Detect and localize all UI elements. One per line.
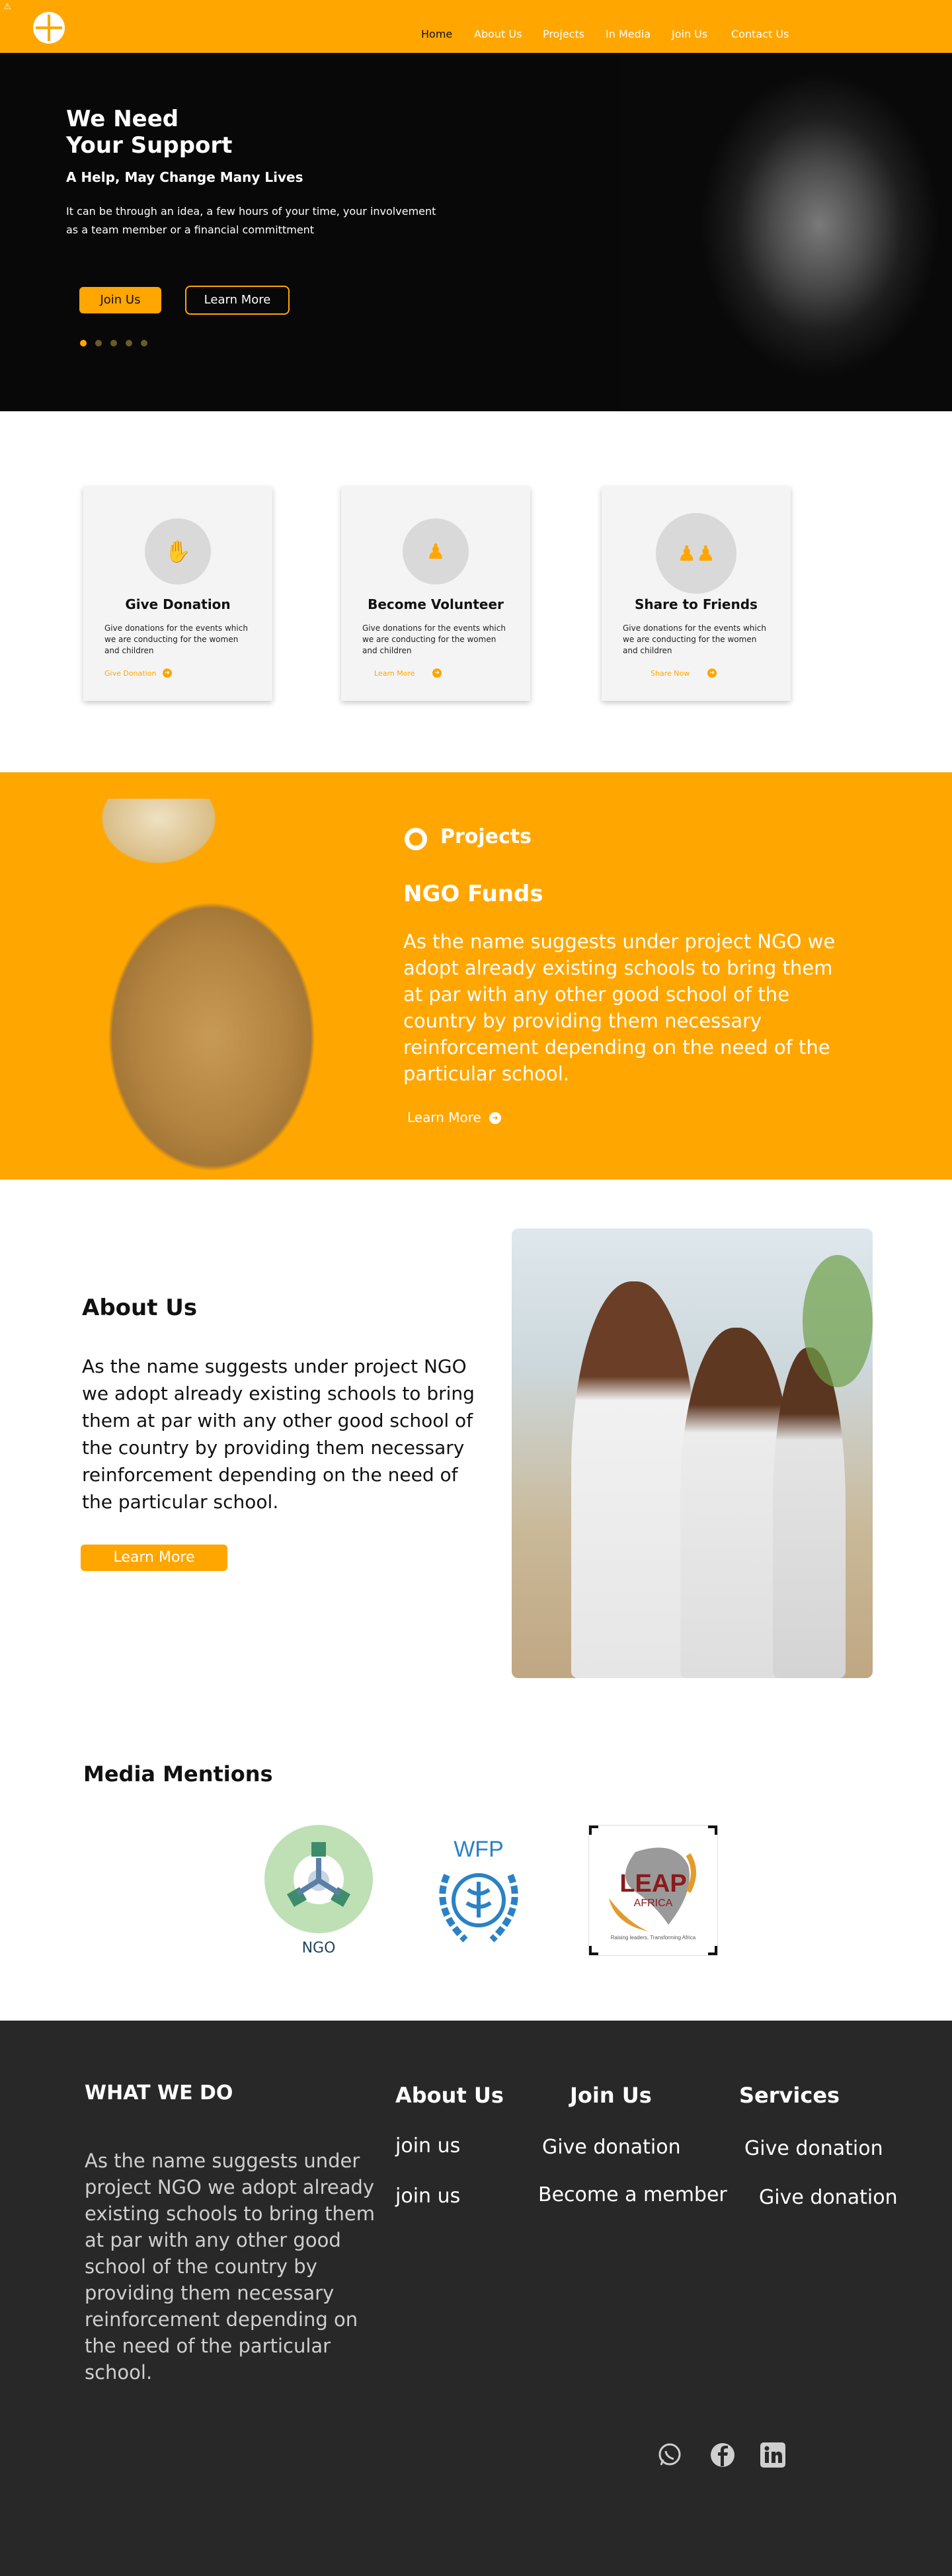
projects-text: As the name suggests under project NGO w… (403, 930, 836, 1085)
africa-logo-text: AFRICA (634, 1898, 673, 1909)
volunteer-group-icon: ♟ (403, 518, 469, 584)
arrow-right-icon[interactable]: ➜ (163, 668, 172, 678)
nav-contact-us[interactable]: Contact Us (731, 26, 789, 42)
site-logo[interactable] (33, 12, 65, 44)
about-children-photo (512, 1228, 873, 1678)
footer-link[interactable]: Give donation (759, 2186, 898, 2209)
card-text: Give donations for the events which we a… (362, 624, 506, 655)
arrow-right-icon[interactable]: ➜ (432, 668, 442, 678)
nav-join-us[interactable]: Join Us (672, 26, 707, 42)
media-mentions-title: Media Mentions (83, 1761, 273, 1787)
card-title: Become Volunteer (368, 596, 504, 612)
card-link[interactable]: Give Donation (104, 669, 156, 678)
card-share-to-friends[interactable]: ♟♟ Share to Friends Give donations for t… (602, 487, 791, 701)
slider-dot[interactable] (95, 340, 102, 346)
slider-dot[interactable] (80, 340, 87, 346)
friends-icon: ♟♟ (656, 513, 736, 594)
card-text: Give donations for the events which we a… (623, 624, 766, 655)
projects-title: NGO Funds (403, 881, 543, 907)
arrow-right-icon[interactable]: ➜ (707, 668, 717, 678)
card-link[interactable]: Learn More (374, 669, 415, 678)
hero-text: It can be through an idea, a few hours o… (66, 205, 436, 236)
ngo-logo[interactable] (264, 1825, 373, 1933)
facebook-icon[interactable] (709, 2441, 736, 2469)
card-text: Give donations for the events which we a… (104, 624, 248, 655)
donation-hand-icon: ✋ (145, 518, 211, 584)
leap-logo-text: LEAP (619, 1870, 686, 1898)
ngo-logo-text: NGO (301, 1940, 336, 1956)
footer-col-join-title: Join Us (570, 2083, 652, 2108)
projects-learn-more-link[interactable]: Learn More (407, 1109, 481, 1125)
card-title: Share to Friends (635, 596, 758, 612)
slider-dot[interactable] (110, 340, 117, 346)
projects-photo (66, 799, 352, 1180)
card-link[interactable]: Share Now (651, 669, 690, 678)
footer-link[interactable]: join us (395, 2185, 460, 2208)
leap-africa-logo[interactable]: LEAP AFRICA Raising leaders, Transformin… (588, 1825, 718, 1956)
linkedin-icon[interactable] (759, 2441, 787, 2469)
wfp-laurel-icon: WFP (439, 1837, 518, 1943)
ring-icon (405, 828, 427, 850)
about-learn-more-button[interactable]: Learn More (81, 1545, 227, 1571)
hero-section: We Need Your Support A Help, May Change … (0, 53, 952, 411)
footer-link[interactable]: Become a member (538, 2183, 727, 2206)
footer-link[interactable]: Give donation (744, 2137, 883, 2160)
nav-in-media[interactable]: In Media (606, 26, 651, 42)
footer-col-services-title: Services (739, 2083, 840, 2108)
slider-dot[interactable] (126, 340, 132, 346)
projects-label: Projects (440, 825, 532, 848)
footer-what-we-do-text: As the name suggests under project NGO w… (85, 2150, 375, 2384)
hero-subtitle: A Help, May Change Many Lives (66, 169, 303, 185)
about-text: As the name suggests under project NGO w… (82, 1355, 475, 1513)
nav-home[interactable]: Home (421, 26, 452, 42)
footer-link[interactable]: join us (395, 2134, 460, 2157)
leap-tagline: Raising leaders, Transforming Africa (611, 1935, 696, 1941)
warning-icon: ⚠ (3, 2, 11, 12)
footer-col-about-title: About Us (395, 2083, 504, 2108)
whatsapp-icon[interactable] (656, 2441, 684, 2469)
about-title: About Us (82, 1295, 198, 1321)
ngo-emblem-icon (286, 1842, 351, 1908)
nav-projects[interactable]: Projects (543, 26, 584, 42)
footer-link[interactable]: Give donation (542, 2136, 681, 2159)
footer-what-we-do-title: WHAT WE DO (85, 2081, 233, 2105)
card-title: Give Donation (125, 596, 231, 612)
projects-section: Projects NGO Funds As the name suggests … (0, 772, 952, 1180)
slider-dot[interactable] (141, 340, 147, 346)
card-become-volunteer[interactable]: ♟ Become Volunteer Give donations for th… (341, 487, 530, 701)
nav-about-us[interactable]: About Us (474, 26, 522, 42)
card-give-donation[interactable]: ✋ Give Donation Give donations for the e… (83, 487, 272, 701)
leap-africa-emblem-icon: LEAP AFRICA Raising leaders, Transformin… (589, 1826, 717, 1955)
wfp-logo-text: WFP (454, 1837, 504, 1862)
hero-portrait-image (621, 53, 952, 411)
hero-join-button[interactable]: Join Us (79, 287, 161, 313)
hero-learn-more-button[interactable]: Learn More (185, 286, 290, 315)
arrow-right-icon[interactable]: ➜ (489, 1112, 501, 1124)
wfp-logo[interactable]: WFP (419, 1829, 538, 1948)
hero-title: We Need Your Support (66, 106, 233, 159)
